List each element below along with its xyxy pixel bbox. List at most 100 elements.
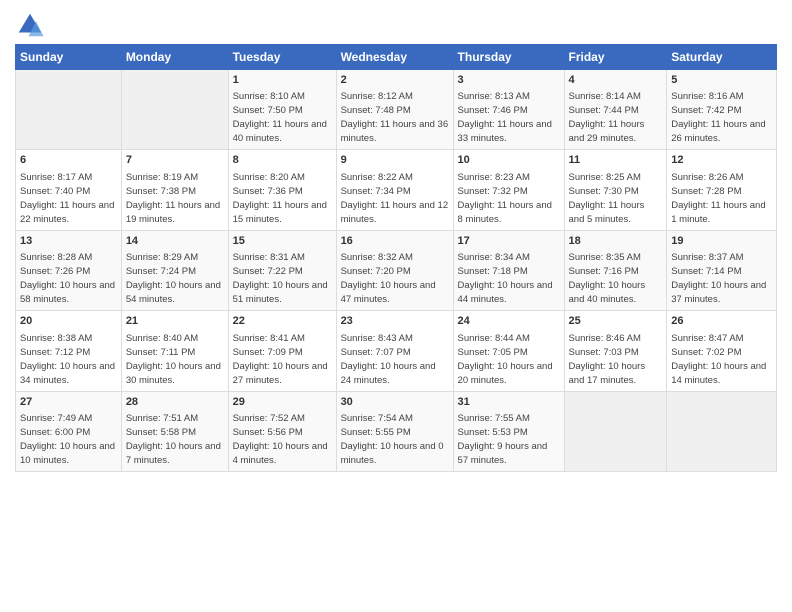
calendar-table: SundayMondayTuesdayWednesdayThursdayFrid… [15,44,777,472]
day-header-wednesday: Wednesday [336,45,453,70]
day-info: Sunrise: 7:51 AMSunset: 5:58 PMDaylight:… [126,413,221,466]
day-cell [667,391,777,471]
day-number: 15 [233,234,332,249]
day-info: Sunrise: 8:38 AMSunset: 7:12 PMDaylight:… [20,333,115,386]
day-number: 25 [569,314,663,329]
day-number: 8 [233,153,332,168]
day-cell: 18 Sunrise: 8:35 AMSunset: 7:16 PMDayligh… [564,230,667,310]
day-number: 10 [458,153,560,168]
day-cell: 13 Sunrise: 8:28 AMSunset: 7:26 PMDayligh… [16,230,122,310]
day-number: 19 [671,234,772,249]
logo-icon [15,10,45,40]
day-number: 2 [341,73,449,88]
day-cell: 5 Sunrise: 8:16 AMSunset: 7:42 PMDaylight… [667,70,777,150]
day-info: Sunrise: 8:16 AMSunset: 7:42 PMDaylight:… [671,91,765,144]
day-info: Sunrise: 8:22 AMSunset: 7:34 PMDaylight:… [341,172,449,225]
day-cell: 9 Sunrise: 8:22 AMSunset: 7:34 PMDaylight… [336,150,453,230]
day-cell [16,70,122,150]
day-number: 5 [671,73,772,88]
day-number: 9 [341,153,449,168]
day-info: Sunrise: 8:41 AMSunset: 7:09 PMDaylight:… [233,333,328,386]
day-cell: 23 Sunrise: 8:43 AMSunset: 7:07 PMDayligh… [336,311,453,391]
day-number: 1 [233,73,332,88]
day-number: 27 [20,395,117,410]
day-cell: 10 Sunrise: 8:23 AMSunset: 7:32 PMDayligh… [453,150,564,230]
day-number: 28 [126,395,224,410]
day-info: Sunrise: 8:34 AMSunset: 7:18 PMDaylight:… [458,252,553,305]
day-info: Sunrise: 8:10 AMSunset: 7:50 PMDaylight:… [233,91,327,144]
day-number: 31 [458,395,560,410]
day-cell: 25Sunrise: 8:46 AMSunset: 7:03 PMDayligh… [564,311,667,391]
day-cell: 2 Sunrise: 8:12 AMSunset: 7:48 PMDaylight… [336,70,453,150]
day-info: Sunrise: 8:26 AMSunset: 7:28 PMDaylight:… [671,172,765,225]
day-info: Sunrise: 8:31 AMSunset: 7:22 PMDaylight:… [233,252,328,305]
header-row: SundayMondayTuesdayWednesdayThursdayFrid… [16,45,777,70]
day-cell: 21Sunrise: 8:40 AMSunset: 7:11 PMDayligh… [121,311,228,391]
day-number: 18 [569,234,663,249]
day-cell: 7 Sunrise: 8:19 AMSunset: 7:38 PMDaylight… [121,150,228,230]
day-info: Sunrise: 8:44 AMSunset: 7:05 PMDaylight:… [458,333,553,386]
day-number: 6 [20,153,117,168]
day-cell [564,391,667,471]
logo [15,10,49,40]
day-info: Sunrise: 8:25 AMSunset: 7:30 PMDaylight:… [569,172,645,225]
day-cell: 15 Sunrise: 8:31 AMSunset: 7:22 PMDayligh… [228,230,336,310]
day-cell: 3 Sunrise: 8:13 AMSunset: 7:46 PMDaylight… [453,70,564,150]
day-info: Sunrise: 8:17 AMSunset: 7:40 PMDaylight:… [20,172,114,225]
day-header-thursday: Thursday [453,45,564,70]
day-cell [121,70,228,150]
day-info: Sunrise: 8:23 AMSunset: 7:32 PMDaylight:… [458,172,552,225]
day-info: Sunrise: 8:12 AMSunset: 7:48 PMDaylight:… [341,91,449,144]
page-container: SundayMondayTuesdayWednesdayThursdayFrid… [0,0,792,482]
day-number: 23 [341,314,449,329]
day-number: 14 [126,234,224,249]
day-info: Sunrise: 7:52 AMSunset: 5:56 PMDaylight:… [233,413,328,466]
day-number: 4 [569,73,663,88]
day-cell: 24 Sunrise: 8:44 AMSunset: 7:05 PMDayligh… [453,311,564,391]
day-info: Sunrise: 8:43 AMSunset: 7:07 PMDaylight:… [341,333,436,386]
day-info: Sunrise: 8:19 AMSunset: 7:38 PMDaylight:… [126,172,220,225]
day-number: 16 [341,234,449,249]
day-number: 21 [126,314,224,329]
day-number: 3 [458,73,560,88]
day-info: Sunrise: 8:13 AMSunset: 7:46 PMDaylight:… [458,91,552,144]
day-number: 22 [233,314,332,329]
day-info: Sunrise: 8:47 AMSunset: 7:02 PMDaylight:… [671,333,766,386]
day-number: 24 [458,314,560,329]
day-number: 26 [671,314,772,329]
day-cell: 22 Sunrise: 8:41 AMSunset: 7:09 PMDayligh… [228,311,336,391]
day-info: Sunrise: 8:29 AMSunset: 7:24 PMDaylight:… [126,252,221,305]
day-info: Sunrise: 7:55 AMSunset: 5:53 PMDaylight:… [458,413,548,466]
day-info: Sunrise: 7:54 AMSunset: 5:55 PMDaylight:… [341,413,444,466]
day-number: 11 [569,153,663,168]
week-row-3: 20 Sunrise: 8:38 AMSunset: 7:12 PMDayligh… [16,311,777,391]
day-info: Sunrise: 8:35 AMSunset: 7:16 PMDaylight:… [569,252,646,305]
day-cell: 30 Sunrise: 7:54 AMSunset: 5:55 PMDayligh… [336,391,453,471]
day-cell: 16 Sunrise: 8:32 AMSunset: 7:20 PMDayligh… [336,230,453,310]
day-cell: 14 Sunrise: 8:29 AMSunset: 7:24 PMDayligh… [121,230,228,310]
day-cell: 29 Sunrise: 7:52 AMSunset: 5:56 PMDayligh… [228,391,336,471]
week-row-4: 27Sunrise: 7:49 AMSunset: 6:00 PMDayligh… [16,391,777,471]
day-number: 20 [20,314,117,329]
day-header-monday: Monday [121,45,228,70]
day-number: 29 [233,395,332,410]
day-header-friday: Friday [564,45,667,70]
day-cell: 8 Sunrise: 8:20 AMSunset: 7:36 PMDaylight… [228,150,336,230]
day-info: Sunrise: 8:20 AMSunset: 7:36 PMDaylight:… [233,172,327,225]
day-header-sunday: Sunday [16,45,122,70]
day-cell: 6 Sunrise: 8:17 AMSunset: 7:40 PMDaylight… [16,150,122,230]
day-info: Sunrise: 8:32 AMSunset: 7:20 PMDaylight:… [341,252,436,305]
day-number: 7 [126,153,224,168]
week-row-0: 1 Sunrise: 8:10 AMSunset: 7:50 PMDaylight… [16,70,777,150]
day-number: 13 [20,234,117,249]
day-cell: 26 Sunrise: 8:47 AMSunset: 7:02 PMDayligh… [667,311,777,391]
day-cell: 19Sunrise: 8:37 AMSunset: 7:14 PMDayligh… [667,230,777,310]
day-number: 17 [458,234,560,249]
day-cell: 1 Sunrise: 8:10 AMSunset: 7:50 PMDaylight… [228,70,336,150]
day-cell: 31 Sunrise: 7:55 AMSunset: 5:53 PMDayligh… [453,391,564,471]
day-header-saturday: Saturday [667,45,777,70]
day-cell: 20 Sunrise: 8:38 AMSunset: 7:12 PMDayligh… [16,311,122,391]
day-info: Sunrise: 8:28 AMSunset: 7:26 PMDaylight:… [20,252,115,305]
week-row-2: 13 Sunrise: 8:28 AMSunset: 7:26 PMDayligh… [16,230,777,310]
day-number: 30 [341,395,449,410]
